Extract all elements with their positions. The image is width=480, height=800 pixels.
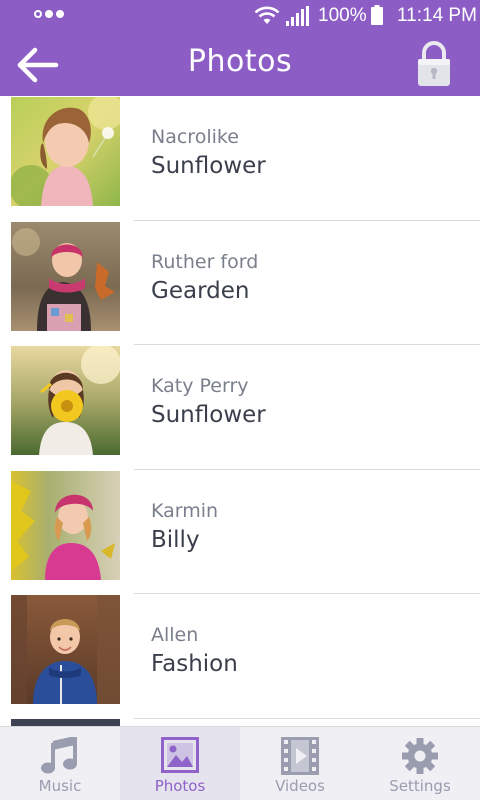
app-bar: Photos: [0, 34, 480, 96]
list-item[interactable]: Allen Fashion: [0, 594, 480, 719]
nav-item-label: Photos: [154, 777, 206, 795]
nav-item-videos[interactable]: Videos: [240, 727, 360, 800]
list-item-title: Fashion: [151, 651, 238, 677]
list-item-subtitle: Karmin: [151, 499, 219, 522]
nav-item-settings[interactable]: Settings: [360, 727, 480, 800]
screen: 100% 11:14 PM Photos Nacrolike Sunflower…: [0, 0, 480, 800]
film-icon: [281, 737, 319, 775]
signal-icon: [286, 6, 309, 26]
list-item-subtitle: Ruther ford: [151, 250, 259, 273]
list-item-text: Katy Perry Sunflower: [151, 373, 266, 431]
list-item-subtitle: Nacrolike: [151, 126, 239, 148]
photo-thumbnail: [11, 595, 120, 704]
photo-thumbnail: [11, 97, 120, 206]
list-item[interactable]: Ruther ford Gearden: [0, 221, 480, 345]
gear-icon: [402, 738, 438, 774]
list-item-text: Allen Fashion: [151, 622, 238, 680]
list-item-text: Nacrolike Sunflower: [151, 124, 266, 182]
battery-icon: [371, 5, 383, 25]
list-item[interactable]: Katy Perry Sunflower: [0, 345, 480, 470]
status-bar: 100% 11:14 PM: [0, 0, 480, 34]
list-item-text: Karmin Billy: [151, 498, 218, 556]
photo-thumbnail: [11, 346, 120, 455]
list-item-title: Sunflower: [151, 402, 266, 428]
photo-list: Nacrolike Sunflower Ruther ford Gearden …: [0, 96, 480, 726]
list-item-title: Billy: [151, 526, 200, 553]
photo-thumbnail: [11, 470, 120, 580]
music-note-icon: [41, 737, 77, 774]
list-item[interactable]: Nacrolike Sunflower: [0, 96, 480, 221]
nav-item-label: Settings: [389, 777, 451, 795]
divider: [134, 717, 480, 719]
photo-thumbnail: [11, 221, 120, 331]
nav-item-music[interactable]: Music: [0, 727, 120, 800]
nav-item-photos[interactable]: Photos: [120, 727, 240, 800]
list-item[interactable]: Karmin Billy: [0, 470, 480, 594]
wifi-icon: [254, 6, 280, 24]
list-item-text: Ruther ford Gearden: [151, 249, 258, 307]
clock: 11:14 PM: [397, 5, 477, 26]
list-item-title: Gearden: [151, 277, 250, 304]
notification-dots-icon: [34, 10, 64, 18]
bottom-nav: Music Photos Videos Settings: [0, 726, 480, 800]
list-item-title: Sunflower: [151, 153, 266, 179]
image-icon: [161, 737, 199, 773]
battery-percent: 100%: [318, 5, 367, 26]
list-item-subtitle: Allen: [151, 624, 199, 646]
photo-thumbnail-partial[interactable]: [11, 719, 120, 726]
page-title: Photos: [187, 44, 293, 79]
lock-button[interactable]: [412, 40, 456, 88]
nav-item-label: Videos: [275, 777, 325, 795]
lock-icon: [418, 41, 450, 86]
list-item-subtitle: Katy Perry: [151, 375, 249, 397]
nav-item-label: Music: [38, 777, 82, 795]
